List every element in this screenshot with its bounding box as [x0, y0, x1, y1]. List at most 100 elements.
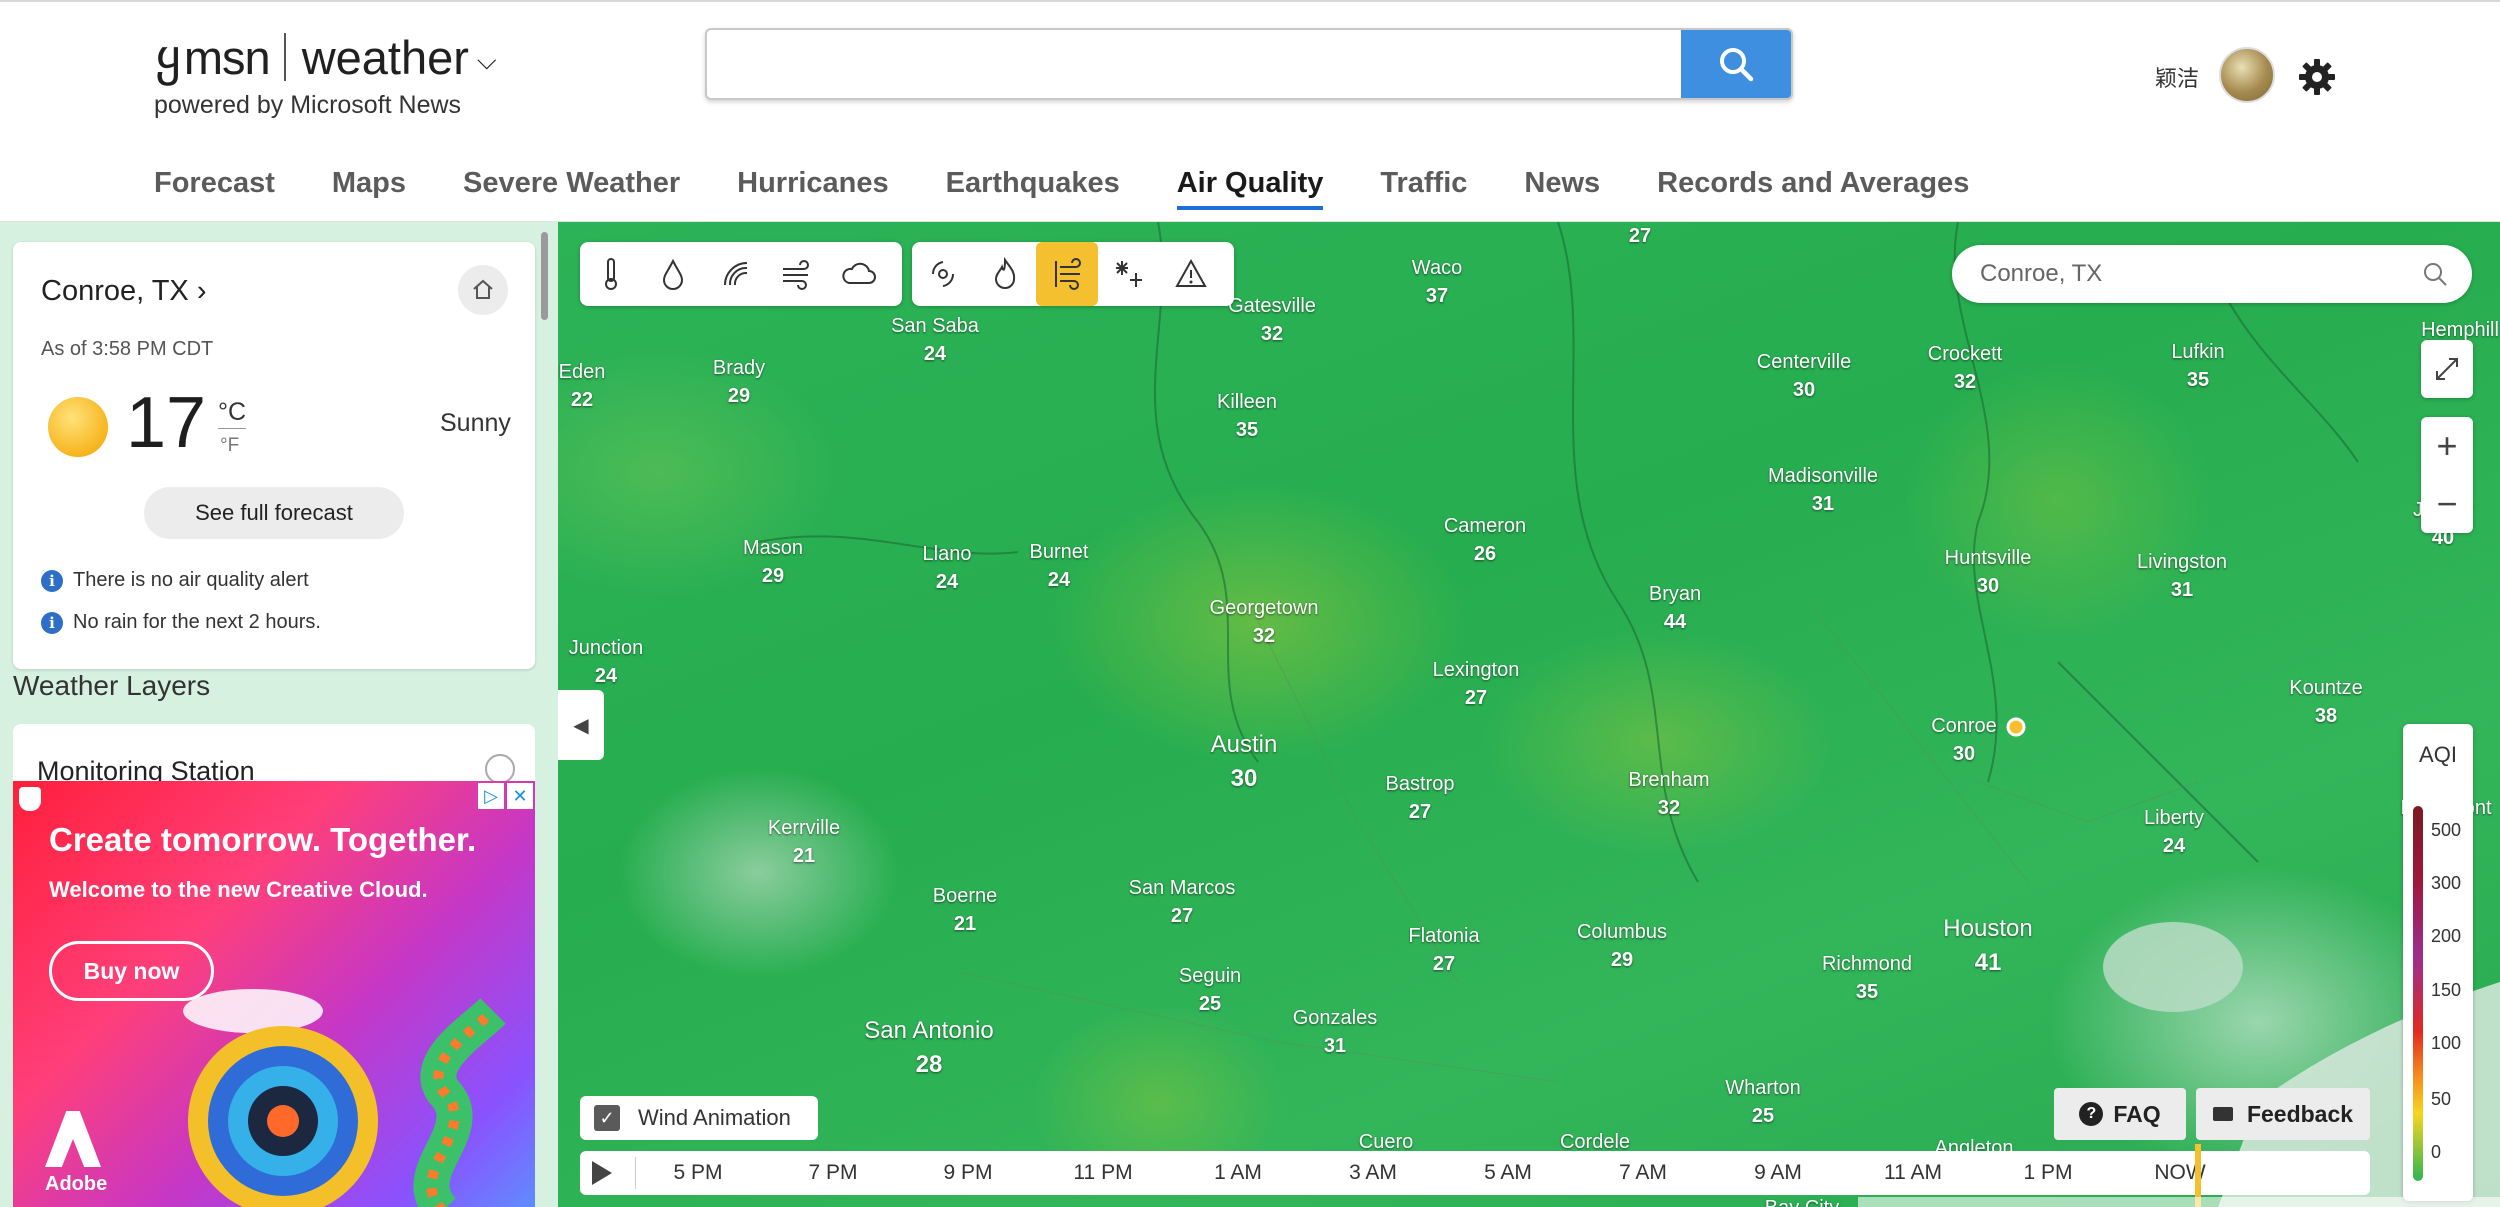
city-label-san-saba[interactable]: San Saba 24: [891, 312, 979, 368]
city-label-san-marcos[interactable]: San Marcos 27: [1129, 874, 1236, 930]
search-icon[interactable]: [2422, 261, 2448, 287]
location-link[interactable]: Conroe, TX ›: [41, 275, 207, 308]
city-label-bay-city[interactable]: Bay City: [1765, 1194, 1839, 1207]
city-label-madisonville[interactable]: Madisonville 31: [1768, 462, 1878, 518]
search-button[interactable]: [1681, 30, 1791, 98]
nav-hurricanes[interactable]: Hurricanes: [737, 167, 889, 210]
city-label-austin[interactable]: Austin 30: [1211, 728, 1278, 795]
city-label-houston[interactable]: Houston 41: [1943, 912, 2032, 979]
timeline-tick[interactable]: 3 AM: [1349, 1161, 1397, 1185]
city-label-centerville[interactable]: Centerville 30: [1757, 348, 1851, 404]
nav-earthquakes[interactable]: Earthquakes: [946, 167, 1120, 210]
city-label-richmond[interactable]: Richmond 35: [1822, 950, 1912, 1006]
timeline-tick[interactable]: 9 PM: [943, 1161, 992, 1185]
unit-fahrenheit[interactable]: °F: [220, 435, 239, 457]
city-label-cameron[interactable]: Cameron 26: [1444, 512, 1526, 568]
avatar[interactable]: [2219, 47, 2275, 103]
city-label-crockett[interactable]: Crockett 32: [1928, 340, 2002, 396]
ad-choices[interactable]: ▷ ✕: [478, 783, 533, 809]
nav-traffic[interactable]: Traffic: [1380, 167, 1467, 210]
user-name[interactable]: 颖洁: [2155, 61, 2199, 93]
city-label-flatonia[interactable]: Flatonia 27: [1408, 922, 1479, 978]
wind-layer-button[interactable]: [766, 242, 828, 306]
home-button[interactable]: [458, 265, 508, 315]
city-label-conroe[interactable]: Conroe 30: [1931, 712, 1997, 768]
city-label-waco[interactable]: Waco 37: [1412, 254, 1462, 310]
radar-layer-button[interactable]: [704, 242, 766, 306]
city-label-bastrop[interactable]: Bastrop 27: [1386, 770, 1455, 826]
nav-air-quality[interactable]: Air Quality: [1176, 167, 1324, 210]
city-label-lufkin[interactable]: Lufkin 35: [2171, 338, 2224, 394]
nav-news[interactable]: News: [1524, 167, 1600, 210]
city-label-wharton[interactable]: Wharton 25: [1725, 1074, 1801, 1130]
city-label-lexington[interactable]: Lexington 27: [1433, 656, 1520, 712]
faq-button[interactable]: ? FAQ: [2054, 1088, 2186, 1140]
timeline-tick[interactable]: 5 PM: [673, 1161, 722, 1185]
advertisement[interactable]: ▷ ✕ Create tomorrow. Together. Welcome t…: [13, 781, 535, 1207]
city-label-brenham[interactable]: Brenham 32: [1628, 766, 1709, 822]
hurricane-layer-button[interactable]: [912, 242, 974, 306]
city-label-killeen[interactable]: Killeen 35: [1217, 388, 1277, 444]
conroe-marker[interactable]: [2006, 717, 2026, 737]
panel-scrollbar[interactable]: [541, 232, 548, 320]
city-label-gonzales[interactable]: Gonzales 31: [1293, 1004, 1378, 1060]
timeline-tick[interactable]: 1 PM: [2023, 1161, 2072, 1185]
timeline-tick[interactable]: 7 PM: [808, 1161, 857, 1185]
severe-alert-layer-button[interactable]: [1160, 242, 1222, 306]
temperature-layer-button[interactable]: [580, 242, 642, 306]
city-label-livingston[interactable]: Livingston 31: [2137, 548, 2227, 604]
chevron-down-icon[interactable]: ⌵: [477, 45, 497, 77]
city-label-llano[interactable]: Llano 24: [923, 540, 972, 596]
city-label-liberty[interactable]: Liberty 24: [2144, 804, 2204, 860]
city-label-eden[interactable]: Eden 22: [559, 358, 606, 414]
nav-severe-weather[interactable]: Severe Weather: [463, 167, 680, 210]
close-icon[interactable]: ✕: [507, 783, 533, 809]
city-label-georgetown[interactable]: Georgetown 32: [1210, 594, 1319, 650]
search-input[interactable]: [707, 30, 1682, 98]
collapse-panel-button[interactable]: ◀: [558, 690, 604, 760]
nav-maps[interactable]: Maps: [332, 167, 406, 210]
city-label-seguin[interactable]: Seguin 25: [1179, 962, 1241, 1018]
monitoring-station-toggle[interactable]: [485, 754, 515, 784]
city-label-bryan[interactable]: Bryan 44: [1649, 580, 1701, 636]
city-label-huntsville[interactable]: Huntsville 30: [1945, 544, 2032, 600]
fire-layer-button[interactable]: [974, 242, 1036, 306]
wind-animation-toggle[interactable]: ✓ Wind Animation: [580, 1096, 818, 1140]
air-quality-map[interactable]: Waco 37 Gatesville 32 San Saba 24 Brady 29 Eden 2…: [558, 222, 2500, 1207]
feedback-button[interactable]: Feedback: [2196, 1088, 2370, 1140]
map-search-input[interactable]: [1980, 257, 2400, 291]
cloud-layer-button[interactable]: [828, 242, 890, 306]
see-full-forecast-button[interactable]: See full forecast: [144, 487, 404, 539]
timeline-tick[interactable]: 7 AM: [1619, 1161, 1667, 1185]
precipitation-layer-button[interactable]: [642, 242, 704, 306]
zoom-out-button[interactable]: −: [2421, 475, 2473, 533]
timeline-tick[interactable]: 5 AM: [1484, 1161, 1532, 1185]
timeline-tick[interactable]: 11 AM: [1884, 1161, 1942, 1185]
city-label-mason[interactable]: Mason 29: [743, 534, 803, 590]
city-label-boerne[interactable]: Boerne 21: [933, 882, 998, 938]
city-label-kerrville[interactable]: Kerrville 21: [768, 814, 840, 870]
nav-forecast[interactable]: Forecast: [154, 167, 275, 210]
monitoring-station-layer[interactable]: Monitoring Station: [13, 724, 535, 784]
nav-records-and-averages[interactable]: Records and Averages: [1657, 167, 1969, 210]
brand-logo[interactable]: ყ msn weather ⌵: [155, 28, 497, 86]
timeline-tick[interactable]: 1 AM: [1214, 1161, 1262, 1185]
snow-layer-button[interactable]: [1098, 242, 1160, 306]
gear-icon[interactable]: [2298, 58, 2336, 96]
air-quality-layer-button[interactable]: [1036, 242, 1098, 306]
timeline-tick[interactable]: 11 PM: [1073, 1161, 1132, 1185]
city-label-burnet[interactable]: Burnet 24: [1030, 538, 1089, 594]
ad-choices-icon[interactable]: ▷: [478, 783, 504, 809]
city-label-san-antonio[interactable]: San Antonio 28: [864, 1014, 993, 1081]
city-label-gatesville[interactable]: Gatesville 32: [1228, 292, 1316, 348]
city-label-kountze[interactable]: Kountze 38: [2289, 674, 2362, 730]
timeline[interactable]: 5 PM 7 PM 9 PM 11 PM 1 AM 3 AM 5 AM 7 AM 9 AM 11 …: [580, 1151, 2370, 1195]
city-label-brady[interactable]: Brady 29: [713, 354, 765, 410]
city-label-columbus[interactable]: Columbus 29: [1577, 918, 1667, 974]
unit-celsius[interactable]: °C: [218, 398, 246, 427]
zoom-in-button[interactable]: +: [2421, 417, 2473, 475]
play-icon[interactable]: [592, 1161, 612, 1185]
timeline-tick[interactable]: 9 AM: [1754, 1161, 1802, 1185]
city-label-junction[interactable]: Junction 24: [569, 634, 644, 690]
fullscreen-button[interactable]: [2421, 340, 2473, 398]
